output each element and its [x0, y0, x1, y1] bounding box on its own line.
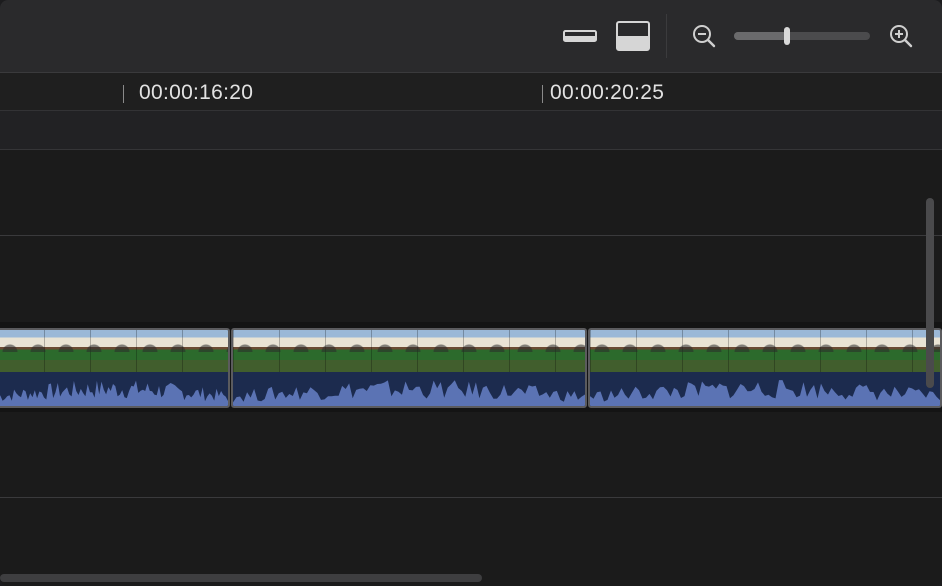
clip-filmstrip: [0, 330, 228, 372]
track-divider: [0, 235, 942, 236]
ruler-tick: [123, 85, 124, 103]
clip-appearance-large-icon: [616, 21, 650, 51]
clip-appearance-small-button[interactable]: [560, 18, 600, 54]
zoom-slider-thumb[interactable]: [784, 27, 791, 45]
zoom-out-icon: [693, 25, 716, 48]
timecode-label: 00:00:20:25: [550, 81, 665, 104]
zoom-in-button[interactable]: [884, 18, 918, 54]
zoom-out-button[interactable]: [688, 18, 720, 54]
audio-waveform: [233, 372, 585, 406]
ruler-tick: [542, 85, 543, 103]
marker-lane: [0, 111, 942, 150]
zoom-slider[interactable]: [734, 27, 870, 45]
vertical-scrollbar[interactable]: [926, 198, 934, 388]
primary-storyline: [0, 322, 942, 412]
timeline-window: 00:00:16:20 00:00:20:25: [0, 0, 942, 586]
video-clip[interactable]: [0, 328, 230, 408]
video-clip[interactable]: [231, 328, 587, 408]
waveform-shape: [233, 380, 585, 406]
zoom-slider-fill: [734, 32, 788, 40]
clip-appearance-small-icon: [563, 30, 597, 42]
horizontal-scrollbar[interactable]: [0, 574, 482, 582]
timeline-toolbar: [0, 0, 942, 73]
clip-filmstrip: [590, 330, 940, 372]
audio-waveform: [590, 372, 940, 406]
waveform-shape: [0, 380, 228, 406]
toolbar-divider: [666, 14, 667, 58]
clip-appearance-large-button[interactable]: [612, 18, 654, 54]
time-ruler[interactable]: 00:00:16:20 00:00:20:25: [0, 73, 942, 111]
clip-filmstrip: [233, 330, 585, 372]
timecode-label: 00:00:16:20: [139, 81, 254, 104]
track-divider: [0, 497, 942, 498]
audio-waveform: [0, 372, 228, 406]
waveform-shape: [590, 380, 940, 406]
zoom-in-icon: [890, 25, 913, 48]
video-clip[interactable]: [588, 328, 942, 408]
